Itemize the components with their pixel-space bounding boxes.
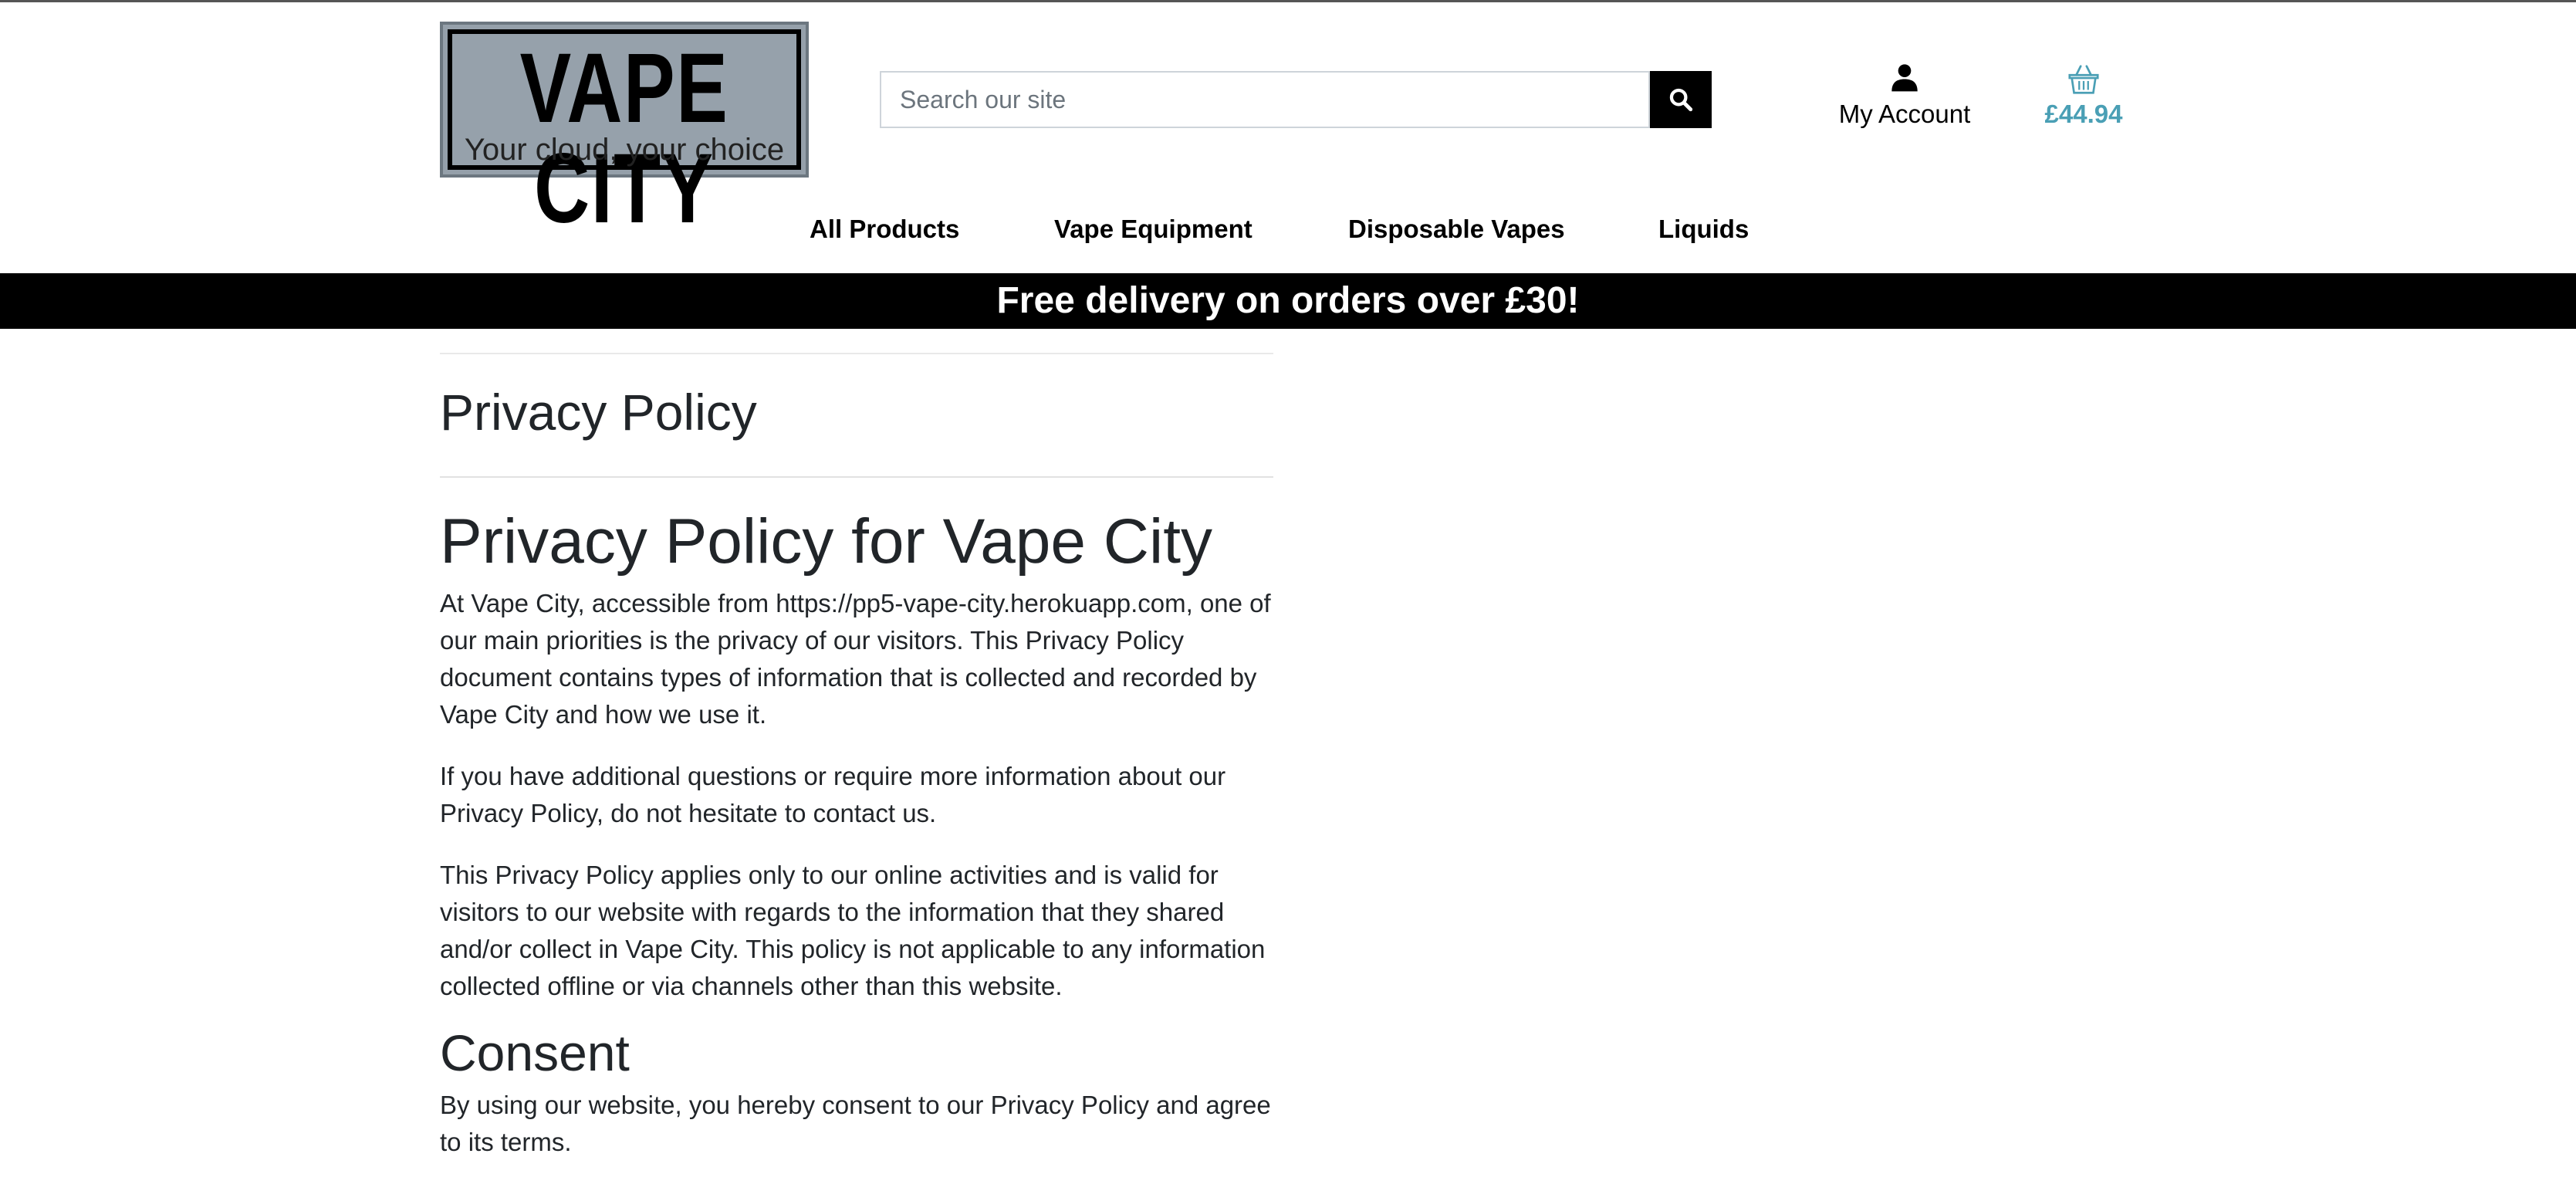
nav-all-products[interactable]: All Products xyxy=(810,208,959,250)
divider-top xyxy=(440,353,1273,354)
main-nav: All Products Vape Equipment Disposable V… xyxy=(0,208,2576,253)
user-icon xyxy=(1891,64,1918,92)
policy-heading: Privacy Policy for Vape City xyxy=(440,506,1213,577)
site-logo[interactable]: VAPE CITY Your cloud, your choice xyxy=(440,22,809,239)
nav-vape-equipment[interactable]: Vape Equipment xyxy=(1054,208,1253,250)
top-border xyxy=(0,0,2576,2)
nav-liquids[interactable]: Liquids xyxy=(1658,208,1749,250)
consent-paragraph: By using our website, you hereby consent… xyxy=(440,1091,1271,1156)
basket-total: £44.94 xyxy=(2044,100,2123,128)
consent-heading: Consent xyxy=(440,1024,630,1081)
basket-icon xyxy=(2068,65,2099,94)
basket-link[interactable]: £44.94 xyxy=(2022,62,2145,139)
divider-title xyxy=(440,476,1273,478)
search-input[interactable] xyxy=(880,71,1650,128)
search-icon xyxy=(1669,88,1693,112)
policy-content: Privacy Policy for Vape City At Vape Cit… xyxy=(440,503,1273,1186)
logo-frame: VAPE CITY Your cloud, your choice xyxy=(448,29,801,239)
page-title: Privacy Policy xyxy=(440,384,757,441)
nav-disposable-vapes[interactable]: Disposable Vapes xyxy=(1348,208,1565,250)
policy-paragraph-3: This Privacy Policy applies only to our … xyxy=(440,861,1266,1000)
free-delivery-banner: Free delivery on orders over £30! xyxy=(0,273,2576,329)
policy-paragraph-2: If you have additional questions or requ… xyxy=(440,762,1226,827)
logo-tagline: Your cloud, your choice xyxy=(464,133,785,167)
my-account-link[interactable]: My Account xyxy=(1821,62,1988,139)
search-button[interactable] xyxy=(1650,71,1712,128)
policy-paragraph-1: At Vape City, accessible from https://pp… xyxy=(440,589,1271,729)
my-account-label: My Account xyxy=(1838,100,1971,128)
